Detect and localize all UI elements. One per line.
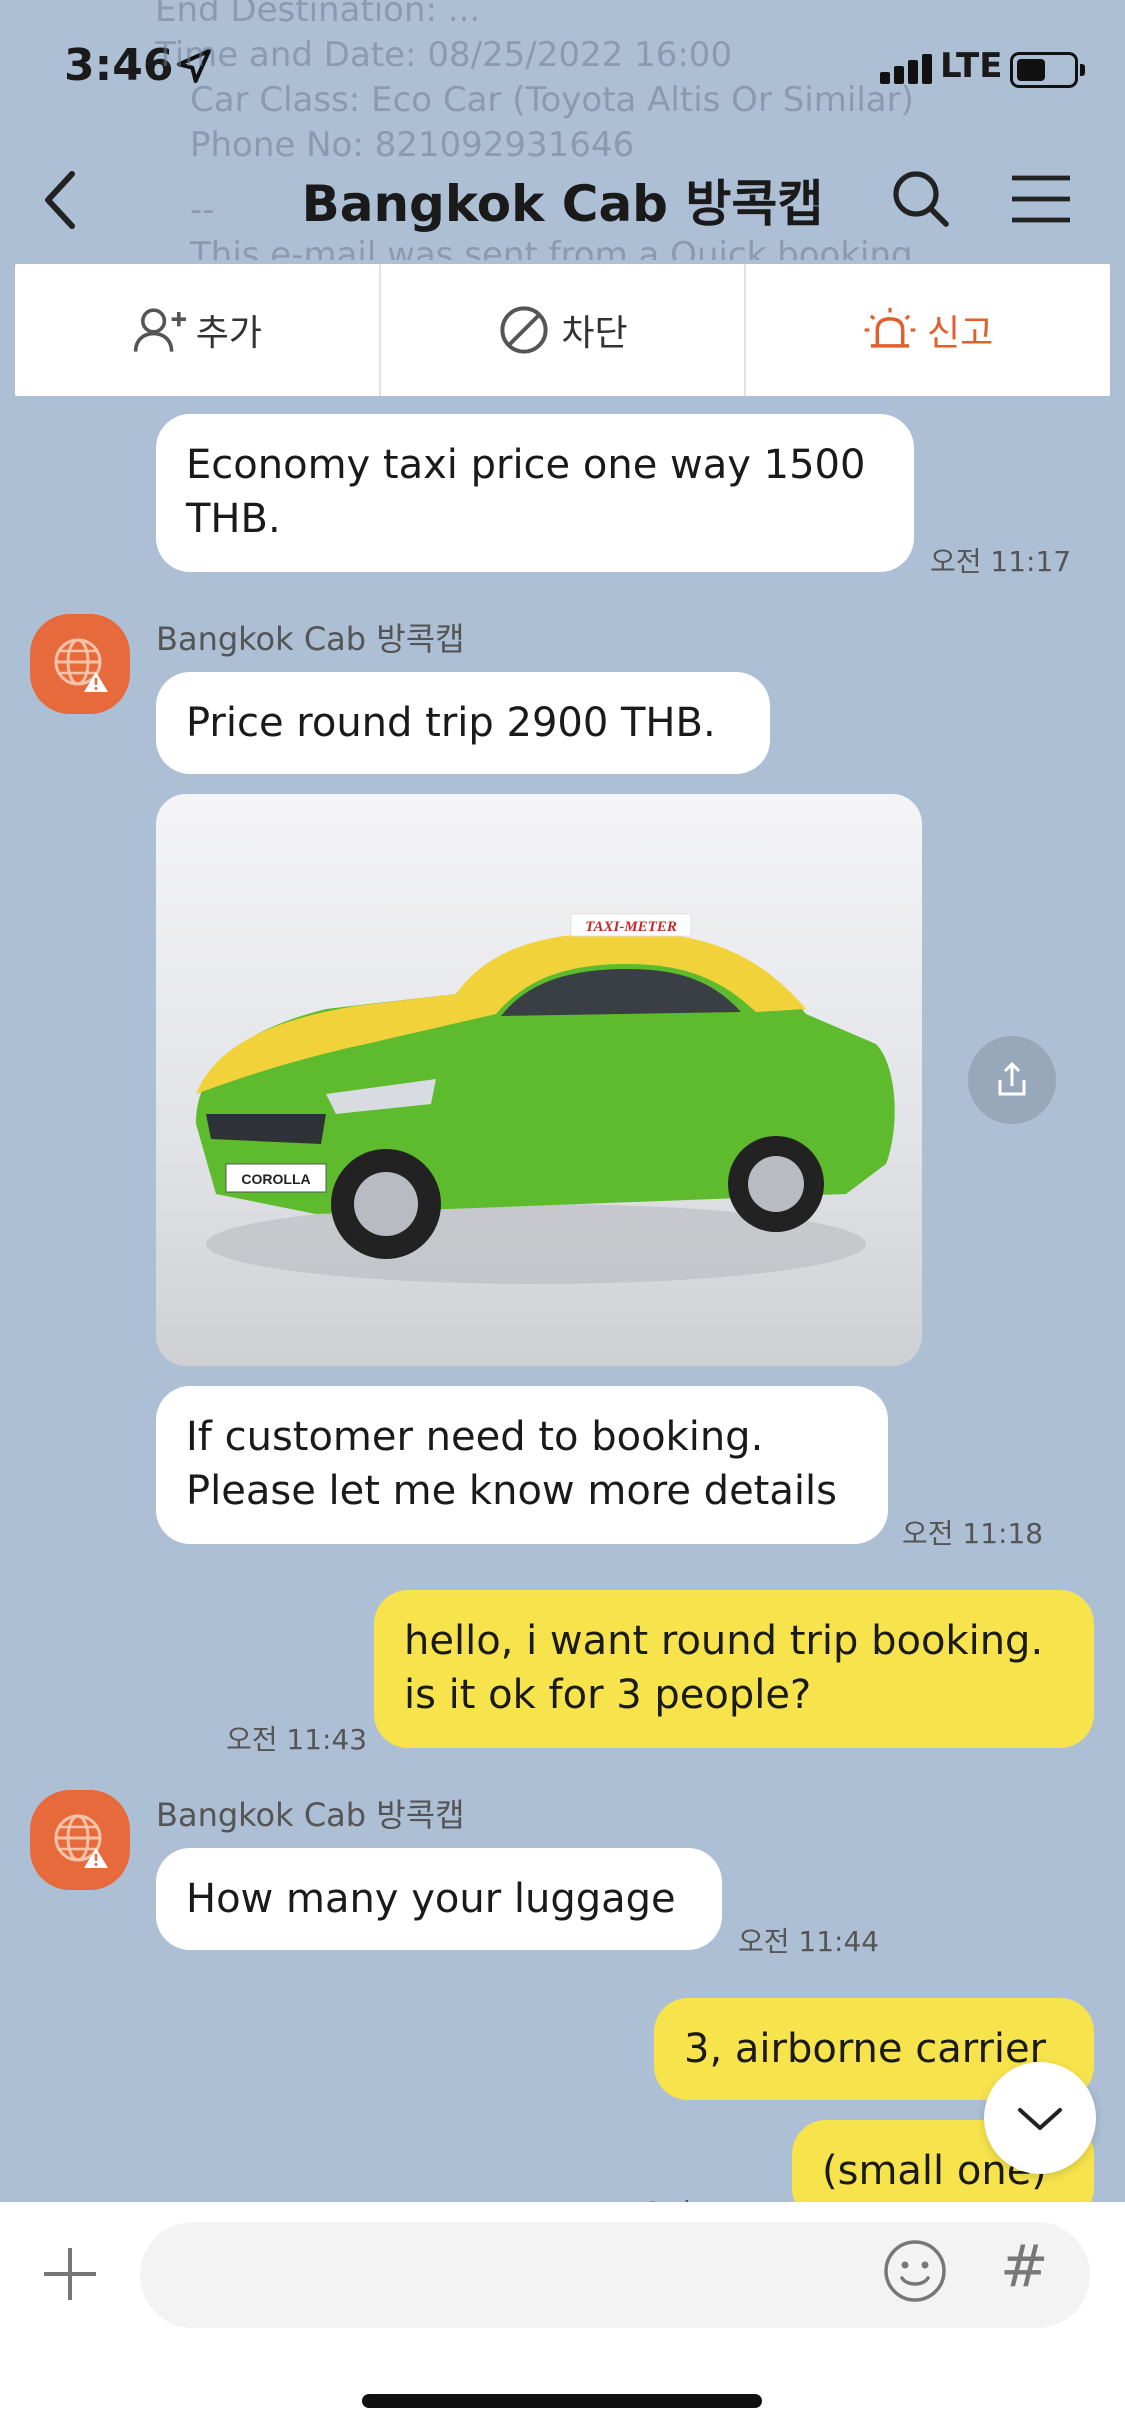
notification-line: This e-mail was sent from a Quick bookin… xyxy=(190,235,913,260)
siren-icon xyxy=(864,307,916,348)
message-time: 오전 11:43 xyxy=(226,1723,368,1756)
search-icon[interactable] xyxy=(890,168,950,228)
block-label: 차단 xyxy=(561,313,628,354)
notification-line: Car Class: Eco Car (Toyota Altis Or Simi… xyxy=(190,80,914,120)
photo-message[interactable]: COROLLA TAXI-METER xyxy=(156,794,922,1366)
message-time: 오전 11:17 xyxy=(930,545,1072,578)
message-text: hello, i want round trip booking. is it … xyxy=(404,1618,1044,1718)
globe-warning-icon xyxy=(54,1814,108,1868)
message-text: Economy taxi price one way 1500 THB. xyxy=(186,442,866,542)
share-icon xyxy=(998,1061,1026,1096)
report-label: 신고 xyxy=(927,313,994,354)
menu-icon[interactable] xyxy=(1010,174,1072,224)
sender-name: Bangkok Cab 방콕캡 xyxy=(156,620,465,658)
message-text: If customer need to booking. Please let … xyxy=(186,1414,837,1514)
message-time: 오전 11:44 xyxy=(738,1925,880,1958)
notification-line: End Destination: ... xyxy=(155,0,481,30)
hashtag-icon[interactable]: # xyxy=(1000,2232,1049,2300)
globe-warning-icon xyxy=(54,638,108,692)
home-indicator[interactable] xyxy=(362,2394,762,2408)
chat-title: Bangkok Cab 방콕캡 xyxy=(301,175,824,233)
add-friend-button[interactable]: 추가 xyxy=(15,264,381,396)
scroll-to-bottom-button[interactable] xyxy=(984,2062,1096,2174)
friend-action-bar: 추가 차단 신고 xyxy=(15,264,1110,396)
my-message-bubble[interactable]: hello, i want round trip booking. is it … xyxy=(374,1590,1094,1748)
emoji-icon[interactable] xyxy=(882,2238,948,2304)
message-time: 오전 11:18 xyxy=(902,1517,1044,1550)
plus-icon[interactable] xyxy=(42,2246,98,2302)
message-bubble[interactable]: How many your luggage xyxy=(156,1848,722,1950)
add-user-icon xyxy=(133,308,186,352)
block-button[interactable]: 차단 xyxy=(381,264,747,396)
avatar[interactable] xyxy=(30,614,130,714)
network-type: LTE xyxy=(940,46,1003,86)
message-text: How many your luggage xyxy=(186,1876,676,1922)
battery-icon xyxy=(1010,52,1085,88)
notification-line: Time and Date: 08/25/2022 16:00 xyxy=(155,35,733,75)
add-friend-label: 추가 xyxy=(195,313,262,354)
taxi-sign-text: TAXI-METER xyxy=(585,919,677,935)
taxi-car-image: COROLLA TAXI-METER xyxy=(196,913,895,1284)
message-bubble[interactable]: If customer need to booking. Please let … xyxy=(156,1386,888,1544)
plate-text: COROLLA xyxy=(241,1171,310,1187)
message-bubble[interactable]: Economy taxi price one way 1500 THB. xyxy=(156,414,914,572)
avatar[interactable] xyxy=(30,1790,130,1890)
message-bubble[interactable]: Price round trip 2900 THB. xyxy=(156,672,770,774)
message-input-bar: # xyxy=(0,2202,1125,2436)
sender-name: Bangkok Cab 방콕캡 xyxy=(156,1796,465,1834)
chevron-down-icon xyxy=(1018,2108,1062,2130)
report-button[interactable]: 신고 xyxy=(746,264,1110,396)
notification-line: Phone No: 821092931646 xyxy=(190,125,635,165)
block-icon xyxy=(500,306,548,354)
share-button[interactable] xyxy=(968,1036,1056,1124)
message-text: Price round trip 2900 THB. xyxy=(186,700,716,746)
